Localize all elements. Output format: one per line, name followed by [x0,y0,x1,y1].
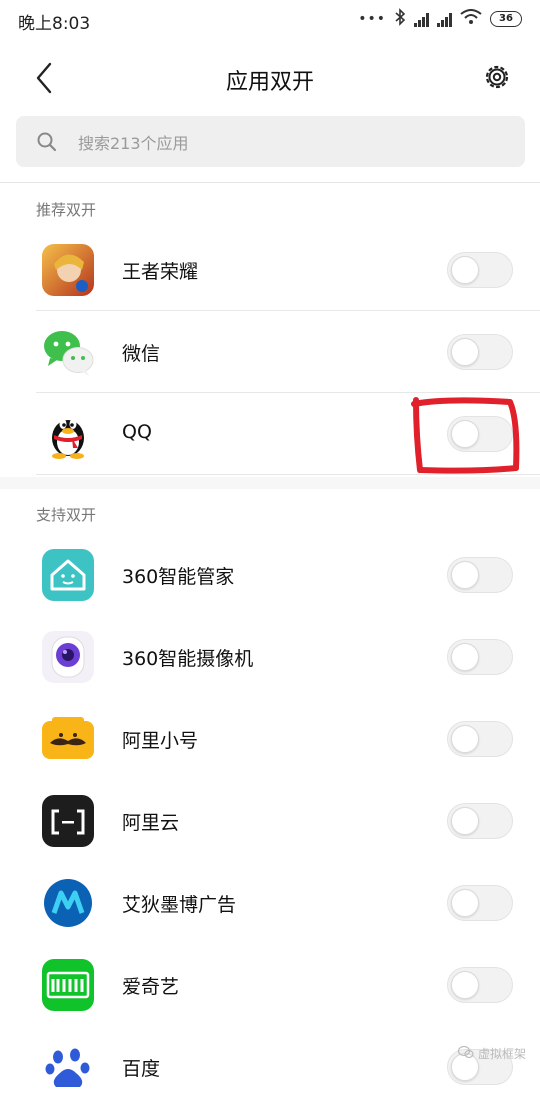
wechat-icon [42,326,94,378]
toggle-knob [451,338,479,366]
more-dots-icon: ••• [358,11,386,27]
app-header: 应用双开 [0,38,540,118]
page-title: 应用双开 [225,70,314,95]
app-row: 王者荣耀 [0,229,540,311]
watermark-icon [457,1045,474,1062]
wifi-icon [460,9,482,29]
dual-app-toggle[interactable] [447,416,513,452]
toggle-knob [451,807,479,835]
honor-of-kings-icon [42,244,94,296]
app-row: 阿里云 [0,780,540,862]
signal-1-icon [414,11,429,27]
toggle-knob [451,889,479,917]
row-separator [36,474,540,475]
divider [0,182,540,183]
360-camera-icon [42,631,94,683]
app-row: 爱奇艺 [0,944,540,1026]
bluetooth-icon [394,8,406,30]
dual-app-toggle[interactable] [447,252,513,288]
app-name: 360智能摄像机 [122,648,254,670]
toggle-knob [451,561,479,589]
dual-app-toggle[interactable] [447,721,513,757]
app-name: 艾狄墨博广告 [122,894,237,916]
iqiyi-icon [42,959,94,1011]
app-row: 微信 [0,311,540,393]
dual-app-toggle[interactable] [447,885,513,921]
watermark: 虚拟框架 [457,1045,526,1062]
status-time: 晚上8:03 [18,14,91,34]
app-row: QQ [0,393,540,475]
dual-app-toggle[interactable] [447,639,513,675]
dual-app-toggle[interactable] [447,803,513,839]
section-supported: 支持双开 [36,506,97,524]
app-name: QQ [122,421,152,443]
toggle-knob [451,643,479,671]
search-icon [36,131,58,153]
search-bar[interactable]: 搜索213个应用 [16,116,525,167]
dual-app-toggle[interactable] [447,557,513,593]
app-name: 阿里云 [122,812,180,834]
watermark-text: 虚拟框架 [477,1047,526,1061]
adwo-icon [42,877,94,929]
app-row: 360智能管家 [0,534,540,616]
status-bar: 晚上8:03 ••• 36 [0,0,540,38]
qq-icon [42,408,94,460]
section-recommended: 推荐双开 [36,201,97,219]
app-row: 百度 [0,1026,540,1108]
aliyun-icon [42,795,94,847]
app-name: 阿里小号 [122,730,199,752]
app-name: 微信 [122,343,161,365]
toggle-knob [451,725,479,753]
app-name: 爱奇艺 [122,976,180,998]
toggle-knob [451,420,479,448]
section-gap [0,477,540,489]
toggle-knob [451,256,479,284]
dual-app-toggle[interactable] [447,967,513,1003]
ali-xiaohao-icon [42,713,94,765]
search-placeholder: 搜索213个应用 [78,134,189,153]
app-row: 360智能摄像机 [0,616,540,698]
app-name: 王者荣耀 [122,261,199,283]
gear-icon[interactable] [482,62,512,92]
app-row: 艾狄墨博广告 [0,862,540,944]
status-icons: ••• 36 [358,8,522,30]
360-smart-home-icon [42,549,94,601]
app-name: 360智能管家 [122,566,235,588]
signal-2-icon [437,11,452,27]
app-row: 阿里小号 [0,698,540,780]
baidu-icon [42,1041,94,1093]
battery-icon: 36 [490,11,522,27]
app-name: 百度 [122,1058,161,1080]
dual-app-toggle[interactable] [447,334,513,370]
toggle-knob [451,971,479,999]
